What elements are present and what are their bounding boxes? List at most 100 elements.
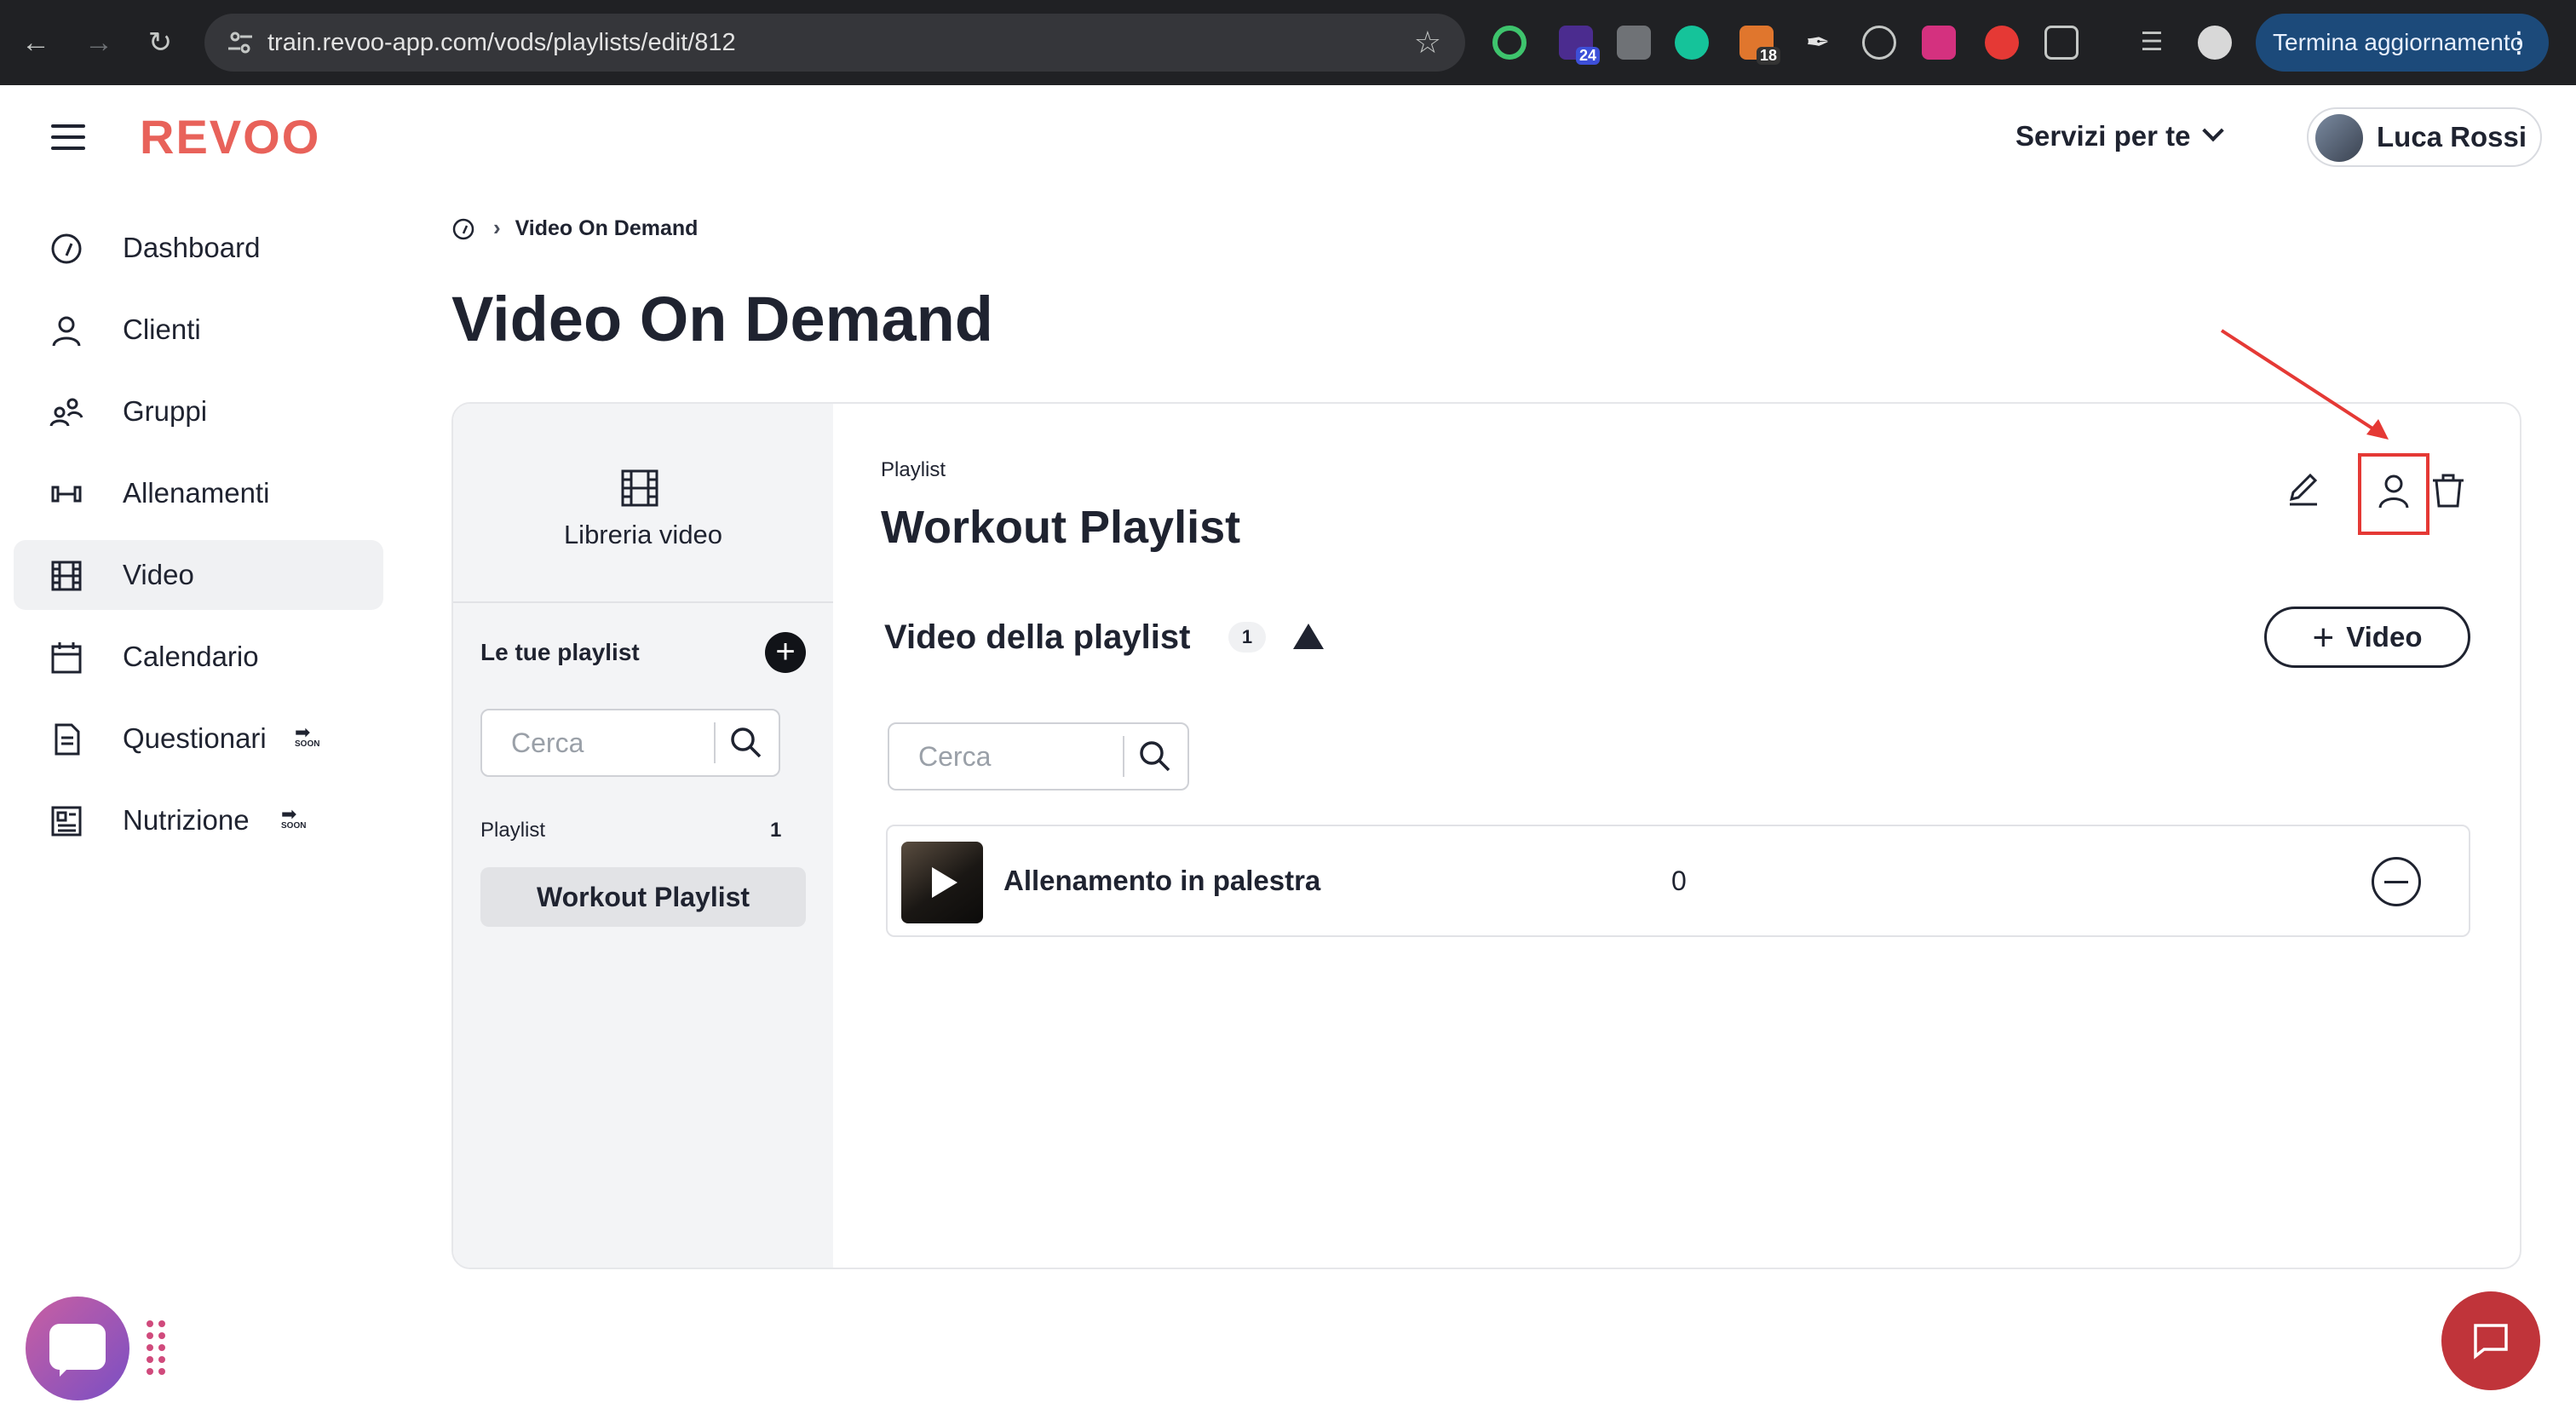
- playlist-detail: Playlist Workout Playlist Video della pl…: [833, 404, 2520, 1268]
- sidebar-item-label: Nutrizione: [123, 804, 250, 836]
- extension-red-hand-icon[interactable]: [1985, 26, 2019, 60]
- extension-green-circle-icon[interactable]: [1492, 26, 1527, 60]
- url-text: train.revoo-app.com/vods/playlists/edit/…: [267, 29, 736, 56]
- sidebar-item-label: Allenamenti: [123, 477, 270, 509]
- page-title: Video On Demand: [451, 284, 993, 354]
- video-search-input[interactable]: [891, 726, 1123, 787]
- dumbbell-icon: [51, 486, 82, 503]
- app-logo[interactable]: REVOO: [140, 107, 320, 167]
- vod-card: Libreria video Le tue playlist + Playlis…: [451, 402, 2521, 1269]
- assign-user-icon[interactable]: [2375, 472, 2412, 509]
- sidebar-item-label: Video: [123, 559, 194, 590]
- playlist-search: [480, 709, 780, 777]
- back-icon[interactable]: ←: [19, 26, 53, 60]
- services-dropdown[interactable]: Servizi per te: [2015, 118, 2225, 155]
- sidebar-item-label: Questionari: [123, 722, 267, 754]
- site-settings-icon[interactable]: [225, 27, 256, 58]
- search-icon[interactable]: [727, 724, 765, 762]
- video-count: 0: [1671, 865, 1687, 896]
- arrow-right-icon: ➡: [281, 803, 297, 825]
- extension-code-icon[interactable]: [1617, 26, 1651, 60]
- playlist-search-input[interactable]: [484, 712, 714, 773]
- extension-badge: 24: [1575, 47, 1600, 65]
- user-menu-button[interactable]: Luca Rossi: [2307, 107, 2542, 167]
- sidebar-item-questionari[interactable]: Questionari ➡ SOON: [14, 704, 383, 773]
- sidebar-item-calendario[interactable]: Calendario: [14, 622, 383, 692]
- menu-icon[interactable]: [51, 124, 85, 150]
- newspaper-icon: [51, 806, 82, 837]
- support-chat-button[interactable]: [26, 1297, 129, 1400]
- soon-label: SOON: [281, 821, 307, 831]
- section-title: Video della playlist: [884, 618, 1191, 656]
- extension-grammarly-icon[interactable]: [1675, 26, 1709, 60]
- extension-purple-icon[interactable]: 24: [1559, 26, 1600, 65]
- update-label: Termina aggiornamento: [2273, 29, 2524, 55]
- sidebar-item-nutrizione[interactable]: Nutrizione ➡ SOON: [14, 785, 383, 855]
- services-label: Servizi per te: [2015, 120, 2191, 152]
- page: ← → ↻ train.revoo-app.com/vods/playlists…: [0, 0, 2576, 1426]
- chat-bubble-tail: [60, 1365, 72, 1377]
- library-label: Libreria video: [563, 520, 723, 549]
- annotation-arrow: [2220, 329, 2389, 440]
- calendar-icon: [51, 642, 82, 674]
- remove-video-icon[interactable]: [2372, 857, 2421, 906]
- sidebar-item-label: Calendario: [123, 641, 259, 672]
- add-video-button[interactable]: + Video: [2264, 607, 2470, 668]
- playlist-item[interactable]: Workout Playlist: [480, 867, 806, 927]
- sidebar: Dashboard Clienti Gruppi Allenamenti Vid…: [14, 213, 383, 867]
- playlist-count: 1: [770, 819, 782, 842]
- soon-label: SOON: [295, 739, 320, 749]
- sidebar-item-label: Clienti: [123, 313, 201, 345]
- document-icon: [55, 723, 80, 756]
- extension-badge: 18: [1756, 47, 1780, 65]
- film-icon: [51, 561, 82, 591]
- sidebar-item-allenamenti[interactable]: Allenamenti: [14, 458, 383, 528]
- address-bar[interactable]: train.revoo-app.com/vods/playlists/edit/…: [204, 14, 1465, 72]
- forward-icon[interactable]: →: [82, 26, 116, 60]
- chevron-right-icon: ›: [492, 215, 501, 240]
- update-button[interactable]: Termina aggiornamento ⋮: [2256, 14, 2549, 72]
- eyedropper-icon[interactable]: ✒: [1801, 26, 1835, 60]
- media-controls-icon[interactable]: ☰: [2135, 26, 2169, 60]
- chat-button[interactable]: [2441, 1291, 2540, 1390]
- chat-bubble-icon: [49, 1324, 106, 1370]
- avatar: [2315, 114, 2363, 162]
- extension-check-icon[interactable]: [1862, 26, 1896, 60]
- more-vert-icon[interactable]: ⋮: [2504, 14, 2533, 72]
- soon-badge: ➡ SOON: [295, 723, 325, 751]
- film-icon: [621, 469, 658, 507]
- video-thumbnail[interactable]: [901, 842, 983, 923]
- library-pane: Libreria video Le tue playlist + Playlis…: [453, 404, 833, 1268]
- breadcrumb: › Video On Demand: [451, 215, 698, 240]
- add-playlist-button[interactable]: +: [765, 632, 806, 673]
- extension-figma-icon[interactable]: [1922, 26, 1956, 60]
- edit-pencil-icon[interactable]: [2285, 470, 2322, 508]
- user-icon: [52, 316, 81, 347]
- trash-icon[interactable]: [2429, 472, 2467, 509]
- search-icon[interactable]: [1136, 738, 1174, 775]
- user-name: Luca Rossi: [2377, 121, 2527, 152]
- message-icon: [2474, 1324, 2508, 1360]
- drag-handle-icon[interactable]: [147, 1320, 167, 1377]
- video-name: Allenamento in palestra: [1003, 865, 1321, 896]
- reload-icon[interactable]: ↻: [143, 26, 177, 60]
- sidebar-item-video[interactable]: Video: [14, 540, 383, 610]
- playlist-list-heading: Playlist: [480, 819, 546, 842]
- video-count-badge: 1: [1228, 622, 1266, 653]
- library-video-link[interactable]: Libreria video: [453, 404, 833, 603]
- play-icon: [932, 867, 957, 898]
- extensions-puzzle-icon[interactable]: [2044, 26, 2079, 60]
- sidebar-item-label: Dashboard: [123, 232, 261, 263]
- sidebar-item-clienti[interactable]: Clienti: [14, 295, 383, 365]
- sidebar-item-dashboard[interactable]: Dashboard: [14, 213, 383, 283]
- bookmark-star-icon[interactable]: ☆: [1414, 26, 1441, 60]
- playlists-heading: Le tue playlist: [480, 639, 640, 665]
- dashboard-home-icon[interactable]: [451, 217, 475, 241]
- collapse-triangle-icon[interactable]: [1293, 624, 1324, 649]
- gauge-icon: [51, 233, 82, 264]
- extension-orange-icon[interactable]: 18: [1739, 26, 1780, 65]
- users-icon: [49, 398, 83, 427]
- profile-avatar-icon[interactable]: [2198, 26, 2232, 60]
- sidebar-item-gruppi[interactable]: Gruppi: [14, 377, 383, 446]
- video-row[interactable]: Allenamento in palestra 0: [886, 825, 2470, 937]
